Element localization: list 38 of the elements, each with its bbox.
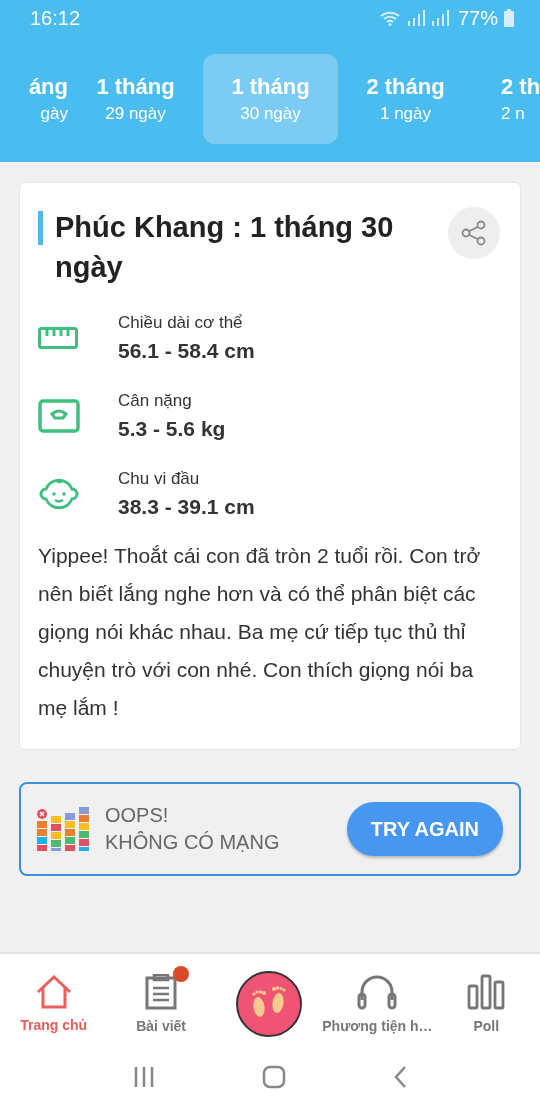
measurement-value: 38.3 - 39.1 cm [118, 495, 255, 519]
signal-icon [407, 10, 452, 26]
battery-percent: 77% [457, 6, 498, 30]
bar-chart-icon [467, 974, 506, 1010]
headphones-icon [356, 974, 399, 1010]
battery-icon [504, 9, 514, 27]
age-tab[interactable]: 1 tháng 30 ngày [203, 54, 338, 144]
home-icon [34, 975, 73, 1009]
age-tab[interactable]: 2 th 2 n [473, 54, 540, 144]
measurement-value: 56.1 - 58.4 cm [118, 339, 255, 363]
try-again-button[interactable]: TRY AGAIN [346, 802, 503, 856]
nav-tab[interactable]: Trang chủ [0, 965, 108, 1033]
scale-icon [38, 399, 80, 433]
nav-tab[interactable]: Bài viết [107, 964, 215, 1034]
no-network-icon [37, 807, 91, 851]
description-paragraph: Yippee! Thoắt cái con đã tròn 2 tuổi rồi. Con trở nên biết lắng nghe hơn và có thể phân biệt các giọng nói khác nhau. Ba mẹ cứ tiếp tục thủ thỉ chuyện trò với con nhé. Con thích giọng nói ba mẹ lắm ! [38, 543, 482, 721]
recent-apps-icon[interactable] [133, 1066, 156, 1088]
ruler-icon [38, 327, 78, 349]
share-icon [461, 220, 487, 246]
share-button[interactable] [448, 207, 500, 259]
back-icon[interactable] [392, 1065, 407, 1089]
offline-title: OOPS! [105, 804, 170, 827]
measurement-label: Chu vi đầu [118, 469, 201, 489]
wifi-icon [379, 10, 402, 26]
card-title: Phúc Khang : 1 tháng 30 ngày [55, 210, 395, 285]
clock: 16:12 [30, 6, 81, 30]
nav-tab[interactable]: Poll [432, 964, 540, 1034]
nav-tab[interactable]: Phương tiện h… [322, 964, 433, 1034]
baby-face-icon [38, 476, 80, 512]
measurement-value: 5.3 - 5.6 kg [118, 417, 226, 441]
home-button-icon[interactable] [262, 1065, 286, 1089]
measurement-label: Cân nặng [118, 391, 193, 411]
offline-message: KHÔNG CÓ MẠNG [105, 831, 281, 854]
measurement-label: Chiều dài cơ thể [118, 313, 244, 333]
age-tab[interactable]: 2 tháng 1 ngày [338, 54, 473, 144]
document-icon [145, 974, 178, 1010]
age-tab[interactable]: áng gày [0, 54, 68, 144]
age-tab[interactable]: 1 tháng 29 ngày [68, 54, 203, 144]
